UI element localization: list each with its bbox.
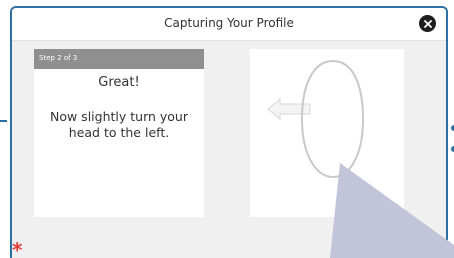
camera-preview <box>250 49 404 217</box>
instruction-headline: Great! <box>98 75 140 90</box>
modal-title: Capturing Your Profile <box>164 16 294 30</box>
left-edge-connector <box>0 120 7 122</box>
instruction-text: Now slightly turn your head to the left. <box>49 109 188 140</box>
instruction-card: Step 2 of 3 Great! Now slightly turn you… <box>34 49 204 217</box>
modal-body: Step 2 of 3 Great! Now slightly turn you… <box>12 41 446 238</box>
capture-profile-modal: Capturing Your Profile Step 2 of 3 Great… <box>10 6 448 258</box>
modal-header: Capturing Your Profile <box>12 8 446 41</box>
required-asterisk: * <box>12 238 23 258</box>
modal-footer: * <box>12 238 446 258</box>
close-icon[interactable] <box>419 15 436 32</box>
step-indicator-bar: Step 2 of 3 <box>34 49 204 69</box>
step-label: Step 2 of 3 <box>39 54 78 62</box>
head-outline-icon <box>300 59 365 179</box>
